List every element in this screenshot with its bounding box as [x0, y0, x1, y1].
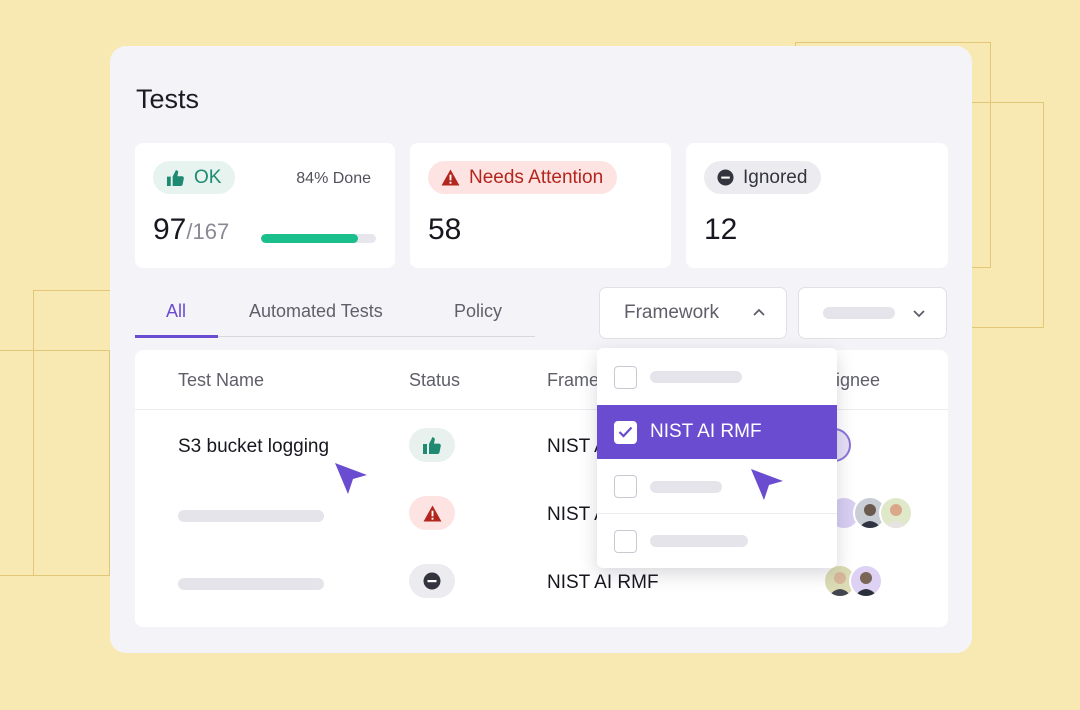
cursor-pointer-icon: [335, 463, 367, 494]
placeholder-skeleton: [178, 510, 324, 522]
minus-circle-icon: [423, 572, 441, 590]
badge-label: OK: [194, 166, 222, 188]
framework-filter-label: Framework: [624, 302, 720, 323]
tab-policy[interactable]: Policy: [454, 301, 502, 322]
assignee-avatars: [823, 564, 883, 598]
progress-bar: [261, 234, 376, 243]
checkmark-icon: [618, 426, 633, 438]
minus-circle-icon: [717, 169, 734, 186]
tests-panel: Tests OK 84% Done 97/167 Needs Attention…: [110, 46, 972, 653]
status-badge-ignored: Ignored: [704, 161, 822, 194]
stat-card-needs-attention[interactable]: Needs Attention 58: [410, 143, 671, 268]
page-title: Tests: [136, 84, 200, 114]
test-name: S3 bucket logging: [178, 436, 330, 457]
checkbox[interactable]: [614, 475, 637, 498]
stat-card-ok[interactable]: OK 84% Done 97/167: [135, 143, 395, 268]
framework-cell: NIST AI RMF: [547, 572, 659, 593]
thumbs-up-icon: [423, 436, 441, 454]
placeholder-skeleton: [178, 578, 324, 590]
secondary-filter[interactable]: [798, 287, 947, 339]
warning-triangle-icon: [423, 504, 441, 522]
cursor-pointer-icon: [751, 469, 783, 500]
avatar: [849, 564, 883, 598]
stat-value: 97/167: [153, 213, 230, 246]
stat-card-ignored[interactable]: Ignored 12: [686, 143, 948, 268]
tab-automated-tests[interactable]: Automated Tests: [249, 301, 383, 322]
status-needs-attention-badge: [409, 496, 455, 530]
checkbox-checked[interactable]: [614, 420, 637, 444]
progress-fill: [261, 234, 358, 243]
stat-total: /167: [186, 219, 230, 244]
stat-value: 12: [704, 213, 738, 246]
status-badge-needs-attention: Needs Attention: [428, 161, 618, 194]
chevron-down-icon: [913, 310, 925, 318]
column-header-status[interactable]: Status: [409, 370, 460, 391]
dropdown-option[interactable]: [597, 460, 837, 514]
badge-label: Ignored: [743, 166, 808, 188]
column-header-framework[interactable]: Frame: [547, 370, 599, 391]
active-tab-indicator: [135, 335, 218, 338]
tab-all[interactable]: All: [166, 301, 186, 322]
chevron-up-icon: [753, 308, 765, 316]
placeholder-skeleton: [650, 535, 748, 547]
checkbox[interactable]: [614, 529, 637, 553]
badge-label: Needs Attention: [469, 166, 604, 188]
status-ignored-badge: [409, 564, 455, 598]
done-label: 84% Done: [296, 170, 371, 187]
avatar: [879, 496, 913, 530]
placeholder-skeleton: [823, 307, 895, 319]
checkbox[interactable]: [614, 365, 637, 389]
framework-filter[interactable]: Framework: [599, 287, 787, 339]
dropdown-option[interactable]: [597, 514, 837, 568]
stat-value: 58: [428, 213, 462, 246]
tab-bar: All Automated Tests Policy: [135, 291, 535, 338]
thumbs-up-icon: [166, 169, 184, 186]
status-ok-badge: [409, 428, 455, 462]
decor-frame: [33, 290, 110, 576]
status-badge-ok: OK: [153, 161, 236, 194]
placeholder-skeleton: [650, 480, 722, 493]
warning-triangle-icon: [441, 169, 460, 186]
dropdown-option[interactable]: [597, 350, 837, 404]
dropdown-option-nist-ai-rmf[interactable]: NIST AI RMF: [597, 405, 837, 459]
framework-dropdown-menu: NIST AI RMF: [597, 348, 837, 568]
assignee-avatars: [827, 496, 913, 530]
placeholder-skeleton: [650, 371, 742, 383]
dropdown-option-label: NIST AI RMF: [650, 421, 762, 442]
column-header-test-name[interactable]: Test Name: [178, 370, 264, 391]
